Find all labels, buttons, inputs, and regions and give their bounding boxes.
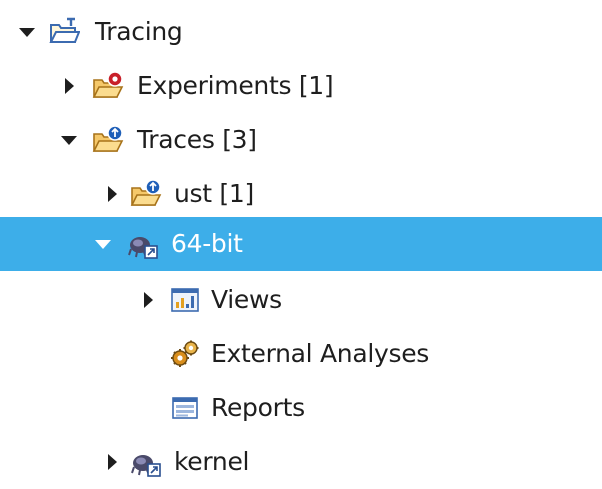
trace-icon xyxy=(127,228,159,260)
tree-item-label: Traces [3] xyxy=(137,125,257,154)
experiments-folder-icon xyxy=(92,70,124,102)
tree-item-tracing[interactable]: Tracing xyxy=(0,5,602,59)
tree-item-label: External Analyses xyxy=(211,339,430,368)
chevron-down-icon[interactable] xyxy=(16,18,38,46)
tree-item-traces[interactable]: Traces [3] xyxy=(0,113,602,167)
tree-item-views[interactable]: Views xyxy=(0,273,602,327)
chevron-down-icon[interactable] xyxy=(92,230,114,258)
tree-item-label: Tracing xyxy=(95,17,183,46)
traces-folder-icon xyxy=(92,124,124,156)
reports-icon xyxy=(169,392,201,424)
tree-item-label: ust [1] xyxy=(174,179,254,208)
tree-item-experiments[interactable]: Experiments [1] xyxy=(0,59,602,113)
external-analyses-icon xyxy=(169,338,201,370)
tracing-project-folder-icon xyxy=(48,16,80,48)
project-explorer-tree: Tracing Experiments [1] Traces [3] ust [… xyxy=(0,0,602,482)
tree-item-label: 64-bit xyxy=(171,229,243,258)
tree-item-label: Views xyxy=(211,285,282,314)
tree-item-reports[interactable]: Reports xyxy=(0,381,602,435)
tree-item-kernel[interactable]: kernel xyxy=(0,435,602,489)
views-icon xyxy=(169,284,201,316)
chevron-right-icon[interactable] xyxy=(101,180,123,208)
tree-item-label: Experiments [1] xyxy=(137,71,334,100)
traces-subfolder-icon xyxy=(130,178,162,210)
tree-item-ust[interactable]: ust [1] xyxy=(0,167,602,221)
tree-item-label: kernel xyxy=(174,447,250,476)
tree-item-label: Reports xyxy=(211,393,305,422)
chevron-right-icon[interactable] xyxy=(58,72,80,100)
tree-item-external-analyses[interactable]: External Analyses xyxy=(0,327,602,381)
chevron-down-icon[interactable] xyxy=(58,126,80,154)
chevron-right-icon[interactable] xyxy=(137,286,159,314)
trace-icon xyxy=(130,446,162,478)
chevron-right-icon[interactable] xyxy=(101,448,123,476)
tree-item-64-bit[interactable]: 64-bit xyxy=(0,217,602,271)
